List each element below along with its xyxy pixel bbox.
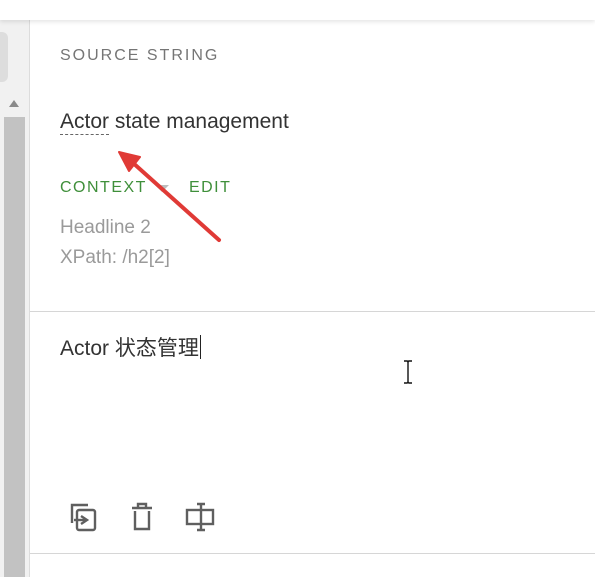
left-gutter (0, 20, 30, 577)
context-headline: Headline 2 (60, 217, 151, 238)
context-row: CONTEXT EDIT (60, 178, 231, 198)
scroll-up-arrow-icon[interactable] (9, 100, 19, 107)
glossary-term[interactable]: Actor (60, 110, 110, 135)
copy-source-icon (70, 503, 97, 532)
top-strip (0, 0, 595, 20)
insert-button[interactable] (184, 500, 218, 534)
context-label: CONTEXT (60, 179, 147, 196)
context-xpath: XPath: /h2[2] (60, 247, 170, 268)
translation-input[interactable]: Actor 状态管理 (60, 332, 201, 362)
caret-down-icon (154, 184, 169, 192)
translation-toolbar (66, 500, 243, 534)
source-string-label: SOURCE STRING (60, 47, 220, 64)
copy-source-button[interactable] (66, 500, 100, 534)
source-string: Actor state management (60, 110, 289, 135)
text-caret (199, 335, 201, 359)
context-toggle-button[interactable]: CONTEXT (60, 179, 169, 197)
scrollbar-thumb[interactable] (4, 117, 25, 577)
edit-context-button[interactable]: EDIT (189, 179, 231, 197)
section-divider (30, 553, 595, 554)
editor-panel: SOURCE STRING Actor state management CON… (30, 20, 595, 577)
source-string-rest: state management (109, 110, 289, 133)
ibeam-cursor-icon (404, 359, 412, 385)
delete-button[interactable] (125, 500, 159, 534)
section-divider (30, 311, 595, 312)
gutter-tab[interactable] (0, 32, 8, 82)
translation-text: Actor 状态管理 (60, 337, 199, 360)
insert-icon (185, 502, 215, 532)
delete-icon (132, 502, 152, 531)
